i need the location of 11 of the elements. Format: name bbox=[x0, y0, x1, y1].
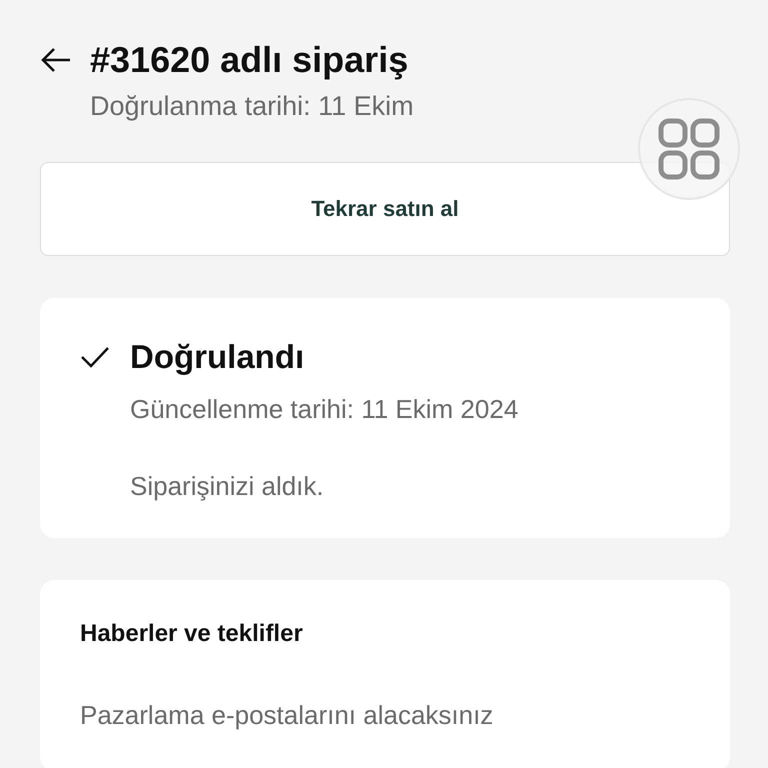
updated-date: Güncellenme tarihi: 11 Ekim 2024 bbox=[130, 394, 520, 425]
confirmation-date: Doğrulanma tarihi: 11 Ekim bbox=[90, 90, 414, 122]
grid-icon bbox=[657, 117, 721, 181]
order-title: #31620 adlı sipariş bbox=[90, 38, 410, 82]
news-title: Haberler ve teklifler bbox=[80, 620, 304, 648]
back-arrow-icon bbox=[40, 46, 72, 74]
back-button[interactable] bbox=[40, 46, 72, 74]
buy-again-button[interactable]: Tekrar satın al bbox=[40, 162, 730, 256]
status-title: Doğrulandı bbox=[130, 338, 304, 376]
status-message: Siparişinizi aldık. bbox=[130, 471, 325, 502]
marketing-text: Pazarlama e-postalarını alacaksınız bbox=[80, 700, 494, 731]
